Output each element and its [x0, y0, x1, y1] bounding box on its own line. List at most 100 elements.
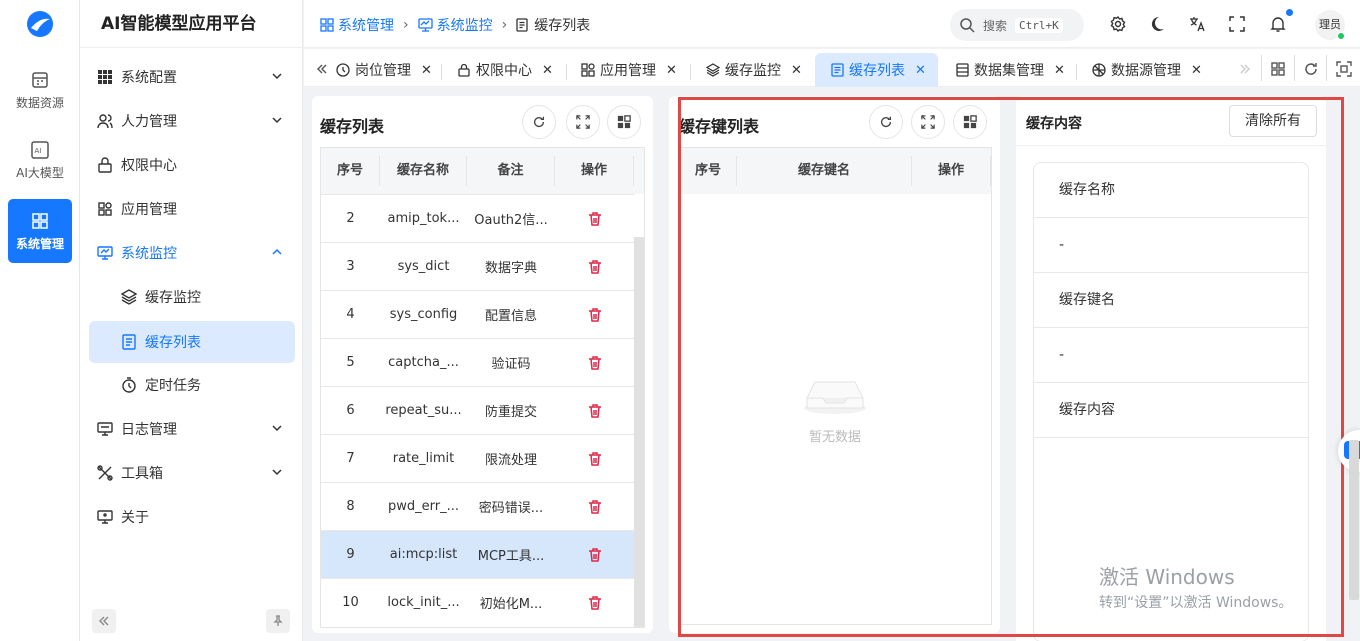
bell-icon[interactable] [1270, 16, 1286, 32]
moon-icon[interactable] [1149, 16, 1165, 32]
table-row[interactable]: 6 repeat_su... 防重提交 [321, 386, 634, 434]
sidebar-title: AI智能模型应用平台 [80, 0, 302, 48]
row-cache-name: pwd_err_... [388, 499, 459, 514]
breadcrumb-item-system[interactable]: 系统管理 [320, 15, 394, 35]
double-chevron-left-icon[interactable] [314, 61, 330, 77]
table-row[interactable]: 5 captcha_... 验证码 [321, 338, 634, 386]
trash-icon[interactable] [587, 547, 603, 563]
field-label-cache-content: 缓存内容 [1034, 383, 1308, 438]
close-icon[interactable]: ✕ [1054, 63, 1065, 78]
rail-item-data-resource[interactable]: 数据资源 [8, 58, 72, 122]
table-row[interactable]: 8 pwd_err_... 密码错误... [321, 482, 634, 530]
rail-item-system[interactable]: 系统管理 [8, 199, 72, 263]
close-icon[interactable]: ✕ [915, 63, 926, 78]
refresh-keys-button[interactable] [869, 105, 903, 139]
row-number: 9 [346, 547, 355, 562]
fullscreen-icon[interactable] [1229, 16, 1245, 32]
menu-item-hr[interactable]: 人力管理 [89, 100, 295, 142]
table-row[interactable]: 10 lock_init_... 初始化M... [321, 578, 634, 626]
trash-icon[interactable] [587, 403, 603, 419]
pin-icon [273, 615, 283, 626]
menu-item-toolbox[interactable]: 工具箱 [89, 452, 295, 494]
close-icon[interactable]: ✕ [421, 63, 432, 78]
rail-item-ai-model[interactable]: AI AI大模型 [8, 128, 72, 192]
menu-item-scheduled-task[interactable]: 定时任务 [89, 364, 295, 406]
breadcrumb-label: 系统监控 [436, 18, 493, 34]
collapse-sidebar-button[interactable] [92, 609, 116, 633]
double-chevron-right-icon[interactable] [1237, 61, 1253, 77]
tab-divider [1076, 64, 1077, 80]
trash-icon[interactable] [587, 259, 603, 275]
close-icon[interactable]: ✕ [791, 63, 802, 78]
table-row[interactable]: 4 sys_config 配置信息 [321, 290, 634, 338]
focus-icon[interactable] [1336, 61, 1352, 77]
close-icon[interactable]: ✕ [1191, 63, 1202, 78]
close-icon[interactable]: ✕ [666, 63, 677, 78]
trash-icon[interactable] [587, 355, 603, 371]
close-icon[interactable]: ✕ [542, 63, 553, 78]
clear-all-button[interactable]: 清除所有 [1229, 105, 1317, 137]
tab-cache-monitor[interactable]: 缓存监控 ✕ [706, 53, 802, 87]
row-number: 8 [346, 499, 355, 514]
tab-permission[interactable]: 权限中心 ✕ [457, 53, 553, 87]
tab-divider [441, 64, 442, 80]
table-scrollbar[interactable] [634, 237, 644, 627]
double-chevron-left-icon [99, 616, 109, 626]
page-scrollbar[interactable] [1349, 440, 1359, 600]
tab-label: 缓存监控 [725, 63, 781, 79]
empty-inbox-icon [804, 381, 866, 414]
online-status-dot [1337, 32, 1345, 40]
avatar[interactable]: 理员 [1315, 10, 1345, 40]
menu-item-app-manage[interactable]: 应用管理 [89, 188, 295, 230]
menu-item-log-manage[interactable]: 日志管理 [89, 408, 295, 450]
breadcrumb-item-monitor[interactable]: 系统监控 [417, 15, 493, 35]
tab-dataset-manage[interactable]: 数据集管理 ✕ [956, 53, 1065, 87]
trash-icon[interactable] [587, 451, 603, 467]
tab-post-manage[interactable]: 岗位管理 ✕ [336, 53, 432, 87]
menu-item-permission[interactable]: 权限中心 [89, 144, 295, 186]
tab-label: 应用管理 [600, 63, 656, 79]
column-settings-button[interactable] [607, 105, 641, 139]
trash-icon[interactable] [587, 595, 603, 611]
menu-item-cache-list[interactable]: 缓存列表 [89, 321, 295, 363]
tab-datasource-manage[interactable]: 数据源管理 ✕ [1092, 53, 1202, 87]
grid-icon [98, 70, 112, 84]
trash-icon[interactable] [587, 211, 603, 227]
row-actions [555, 259, 634, 275]
column-header: 缓存名称 [380, 156, 467, 186]
gear-icon[interactable] [1110, 16, 1126, 32]
refresh-button[interactable] [522, 105, 556, 139]
tab-cache-list[interactable]: 缓存列表 ✕ [815, 53, 938, 87]
row-actions [555, 403, 634, 419]
menu-item-cache-monitor[interactable]: 缓存监控 [89, 276, 295, 318]
system-icon [320, 18, 334, 32]
tab-app-manage[interactable]: 应用管理 ✕ [581, 53, 677, 87]
table-row[interactable]: 2 amip_tok... Oauth2信... [321, 194, 634, 242]
apps-icon [581, 63, 595, 77]
timer-icon [122, 377, 136, 393]
sidebar: AI智能模型应用平台 系统配置 人力管理 权限中心 应用管理 系统监控 缓存监控 [80, 0, 303, 641]
trash-icon[interactable] [587, 499, 603, 515]
menu-item-system-monitor[interactable]: 系统监控 [89, 232, 295, 274]
cache-list-title: 缓存列表 [320, 117, 385, 136]
refresh-icon[interactable] [1303, 61, 1319, 77]
fullscreen-keys-button[interactable] [911, 105, 945, 139]
translate-icon[interactable] [1189, 16, 1205, 32]
table-row[interactable]: 7 rate_limit 限流处理 [321, 434, 634, 482]
search-box[interactable]: 搜索 Ctrl+K [950, 9, 1084, 41]
column-header: 序号 [680, 156, 737, 186]
tab-divider [1294, 55, 1295, 81]
menu-item-about[interactable]: 关于 [89, 496, 295, 538]
table-row[interactable]: 9 ai:mcp:list MCP工具... [321, 530, 634, 578]
column-settings-keys-button[interactable] [953, 105, 987, 139]
pin-sidebar-button[interactable] [266, 609, 290, 633]
grid-icon[interactable] [1270, 61, 1286, 77]
chevron-down-icon [272, 73, 282, 80]
layout-icon [963, 115, 977, 129]
search-shortcut: Ctrl+K [1015, 17, 1063, 33]
table-row[interactable]: 3 sys_dict 数据字典 [321, 242, 634, 290]
menu-item-system-config[interactable]: 系统配置 [89, 56, 295, 98]
table-icon [956, 63, 969, 77]
fullscreen-button[interactable] [566, 105, 600, 139]
trash-icon[interactable] [587, 307, 603, 323]
